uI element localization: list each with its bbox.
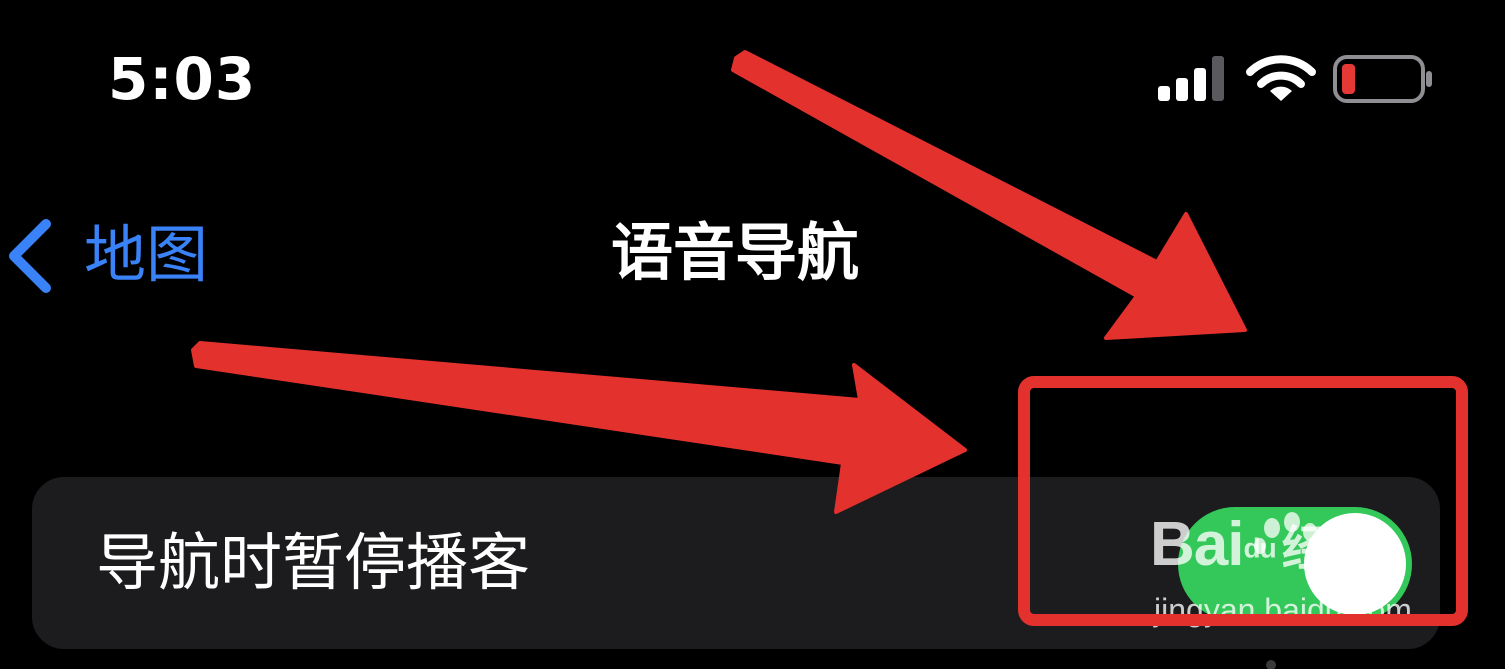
page-title: 语音导航 [610,216,859,289]
annotation-highlight-box [1018,376,1468,626]
pause-podcasts-label: 导航时暂停播客 [96,526,531,599]
battery-low-icon [1333,55,1432,103]
back-button[interactable]: 地图 [0,210,240,300]
wifi-icon [1246,55,1316,101]
signal-icon [1158,56,1224,101]
phone-screen: 5:03 地图 语音导航 导航时暂停播客 Baidu 经验 jingyan.ba… [0,0,1505,669]
page-indicator-dot [1266,660,1276,669]
status-time: 5:03 [108,45,257,113]
chevron-left-icon [9,219,51,293]
back-label: 地图 [84,218,209,291]
